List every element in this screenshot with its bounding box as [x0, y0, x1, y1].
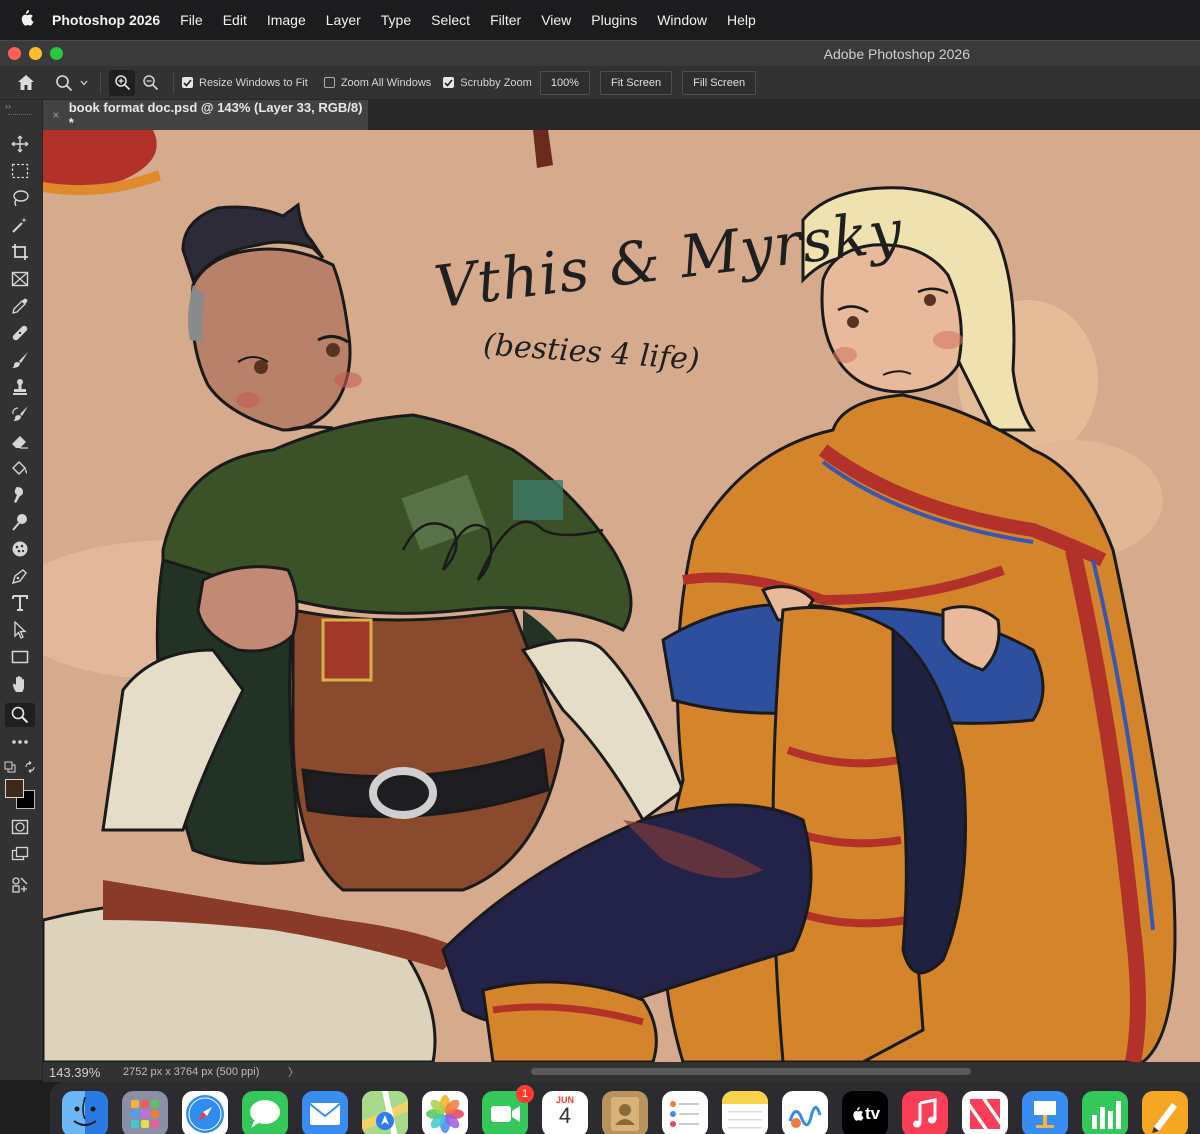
frame-tool-icon[interactable] [5, 267, 35, 291]
pen-tool-icon[interactable] [5, 564, 35, 588]
close-tab-icon[interactable]: × [43, 108, 69, 122]
menu-image[interactable]: Image [267, 12, 306, 28]
reminders-icon[interactable] [662, 1091, 708, 1134]
zoom-all-windows-checkbox[interactable] [323, 77, 335, 88]
home-icon[interactable] [0, 70, 52, 96]
notes-icon[interactable] [722, 1091, 768, 1134]
quick-mask-icon[interactable] [5, 815, 35, 839]
zoom-in-icon[interactable] [109, 69, 135, 96]
brush-tool-icon[interactable] [5, 348, 35, 372]
music-icon[interactable] [902, 1091, 948, 1134]
dock: 1 JUN 4 tv [50, 1082, 1200, 1134]
path-selection-tool-icon[interactable] [5, 618, 35, 642]
menu-help[interactable]: Help [727, 12, 756, 28]
safari-icon[interactable] [182, 1091, 228, 1134]
resize-windows-label: Resize Windows to Fit [199, 76, 308, 89]
clone-stamp-tool-icon[interactable] [5, 375, 35, 399]
maps-icon[interactable] [362, 1091, 408, 1134]
options-bar: Resize Windows to Fit Zoom All Windows S… [0, 66, 1200, 100]
default-colors-icon[interactable] [4, 760, 16, 778]
finder-icon[interactable] [62, 1091, 108, 1134]
history-brush-tool-icon[interactable] [5, 402, 35, 426]
menu-window[interactable]: Window [657, 12, 707, 28]
mail-icon[interactable] [302, 1091, 348, 1134]
magic-wand-tool-icon[interactable] [5, 213, 35, 237]
window-title: Adobe Photoshop 2026 [823, 46, 970, 62]
collapse-panel-icon[interactable]: ›› [5, 101, 11, 111]
foreground-color-swatch[interactable] [5, 779, 24, 798]
divider [173, 71, 174, 94]
zoom-all-windows-label: Zoom All Windows [340, 76, 432, 89]
move-tool-icon[interactable] [5, 132, 35, 156]
tv-icon[interactable]: tv [842, 1091, 888, 1134]
app-name-menu[interactable]: Photoshop 2026 [52, 12, 160, 28]
horizontal-scrollbar[interactable] [531, 1068, 971, 1075]
crop-tool-icon[interactable] [5, 240, 35, 264]
swap-colors-icon[interactable] [24, 760, 36, 778]
menu-edit[interactable]: Edit [223, 12, 247, 28]
chevron-down-icon[interactable] [76, 70, 92, 96]
menu-view[interactable]: View [541, 12, 571, 28]
fill-screen-button[interactable]: Fill Screen [682, 70, 757, 95]
window-title-bar: Adobe Photoshop 2026 [0, 40, 1200, 66]
tools-panel: ›› [0, 100, 43, 1080]
document-tab-bar: × book format doc.psd @ 143% (Layer 33, … [43, 100, 1200, 130]
pages-icon[interactable] [1142, 1091, 1188, 1134]
more-tools-icon[interactable] [5, 730, 35, 754]
menu-file[interactable]: File [180, 12, 203, 28]
messages-icon[interactable] [242, 1091, 288, 1134]
zoom-100-button[interactable]: 100% [539, 70, 590, 95]
scrubby-zoom-checkbox[interactable] [443, 77, 455, 88]
paint-bucket-tool-icon[interactable] [5, 456, 35, 480]
healing-brush-tool-icon[interactable] [5, 321, 35, 345]
scrubby-zoom-label: Scrubby Zoom [460, 76, 532, 89]
lasso-tool-icon[interactable] [5, 186, 35, 210]
facetime-badge: 1 [516, 1085, 534, 1103]
eyedropper-tool-icon[interactable] [5, 294, 35, 318]
menu-select[interactable]: Select [431, 12, 470, 28]
freeform-icon[interactable] [782, 1091, 828, 1134]
marquee-tool-icon[interactable] [5, 159, 35, 183]
calendar-day: 4 [558, 1103, 572, 1128]
news-icon[interactable] [962, 1091, 1008, 1134]
divider [100, 71, 101, 94]
tv-label: tv [864, 1104, 881, 1123]
document-tab[interactable]: × book format doc.psd @ 143% (Layer 33, … [43, 100, 368, 130]
zoom-level[interactable]: 143.39% [49, 1065, 123, 1080]
document-canvas[interactable]: Vthis & Myrsky (besties 4 life) [43, 130, 1200, 1062]
menu-filter[interactable]: Filter [490, 12, 521, 28]
launchpad-icon[interactable] [122, 1091, 168, 1134]
menu-layer[interactable]: Layer [326, 12, 361, 28]
calendar-icon[interactable]: JUN 4 [542, 1091, 588, 1134]
doc-info-menu-arrow[interactable]: 〉 [288, 1064, 299, 1080]
numbers-icon[interactable] [1082, 1091, 1128, 1134]
hand-tool-icon[interactable] [5, 672, 35, 696]
fit-screen-button[interactable]: Fit Screen [599, 70, 673, 95]
keynote-icon[interactable] [1022, 1091, 1068, 1134]
panel-grip [8, 114, 32, 116]
zoom-out-icon[interactable] [135, 70, 165, 96]
eraser-tool-icon[interactable] [5, 429, 35, 453]
apple-menu-icon[interactable] [0, 9, 52, 32]
zoom-tool-preset-icon[interactable] [52, 70, 76, 96]
rectangle-tool-icon[interactable] [5, 645, 35, 669]
document-tab-title: book format doc.psd @ 143% (Layer 33, RG… [68, 100, 363, 130]
screen-mode-icon[interactable] [5, 842, 35, 866]
menu-plugins[interactable]: Plugins [591, 12, 637, 28]
resize-windows-checkbox[interactable] [182, 77, 193, 88]
type-tool-icon[interactable] [5, 591, 35, 615]
contacts-icon[interactable] [602, 1091, 648, 1134]
dodge-tool-icon[interactable] [5, 510, 35, 534]
zoom-tool-icon[interactable] [5, 703, 35, 727]
sponge-tool-icon[interactable] [5, 537, 35, 561]
document-info: 2752 px x 3764 px (500 ppi) [123, 1066, 260, 1078]
menu-bar: Photoshop 2026 File Edit Image Layer Typ… [0, 0, 1200, 40]
photos-icon[interactable] [422, 1091, 468, 1134]
menu-type[interactable]: Type [381, 12, 411, 28]
status-bar: 143.39% 2752 px x 3764 px (500 ppi) 〉 [43, 1062, 1200, 1082]
smudge-tool-icon[interactable] [5, 483, 35, 507]
edit-toolbar-icon[interactable] [5, 873, 35, 897]
